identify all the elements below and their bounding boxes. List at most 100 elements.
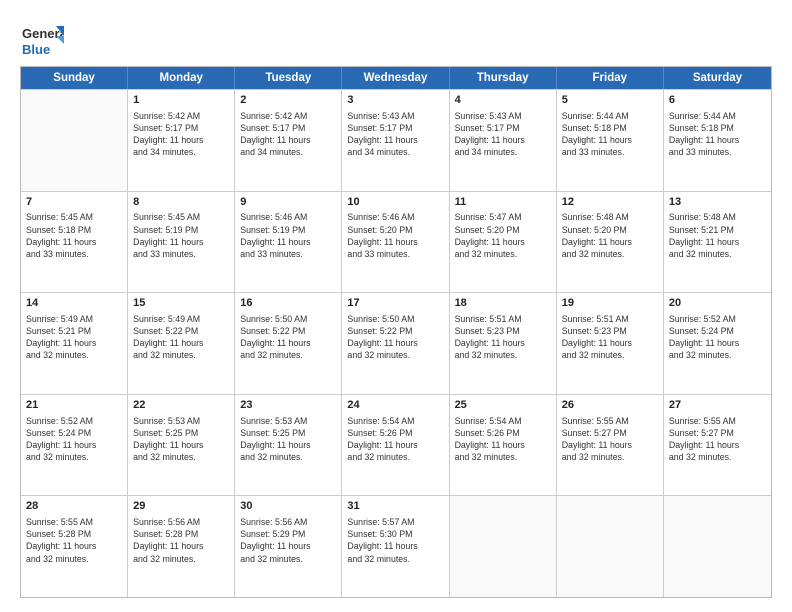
day-number: 11	[455, 195, 551, 210]
calendar-cell: 1 Sunrise: 5:42 AMSunset: 5:17 PMDaylight…	[128, 90, 235, 191]
day-info: Sunrise: 5:51 AMSunset: 5:23 PMDaylight:…	[455, 313, 551, 362]
day-number: 21	[26, 398, 122, 413]
weekday-header: Sunday	[21, 67, 128, 89]
day-info: Sunrise: 5:55 AMSunset: 5:27 PMDaylight:…	[562, 415, 658, 464]
day-number: 9	[240, 195, 336, 210]
day-info: Sunrise: 5:47 AMSunset: 5:20 PMDaylight:…	[455, 211, 551, 260]
logo: General Blue	[20, 18, 64, 62]
calendar-cell: 6Sunrise: 5:44 AMSunset: 5:18 PMDaylight…	[664, 90, 771, 191]
day-info: Sunrise: 5:56 AMSunset: 5:28 PMDaylight:…	[133, 516, 229, 565]
day-info: Sunrise: 5:50 AMSunset: 5:22 PMDaylight:…	[240, 313, 336, 362]
day-number: 10	[347, 195, 443, 210]
weekday-header: Thursday	[450, 67, 557, 89]
day-info: Sunrise: 5:49 AMSunset: 5:22 PMDaylight:…	[133, 313, 229, 362]
svg-text:Blue: Blue	[22, 42, 50, 57]
day-number: 22	[133, 398, 229, 413]
calendar-row: 14 Sunrise: 5:49 AMSunset: 5:21 PMDayligh…	[21, 292, 771, 394]
calendar-cell	[557, 496, 664, 597]
day-info: Sunrise: 5:52 AMSunset: 5:24 PMDaylight:…	[26, 415, 122, 464]
day-number: 13	[669, 195, 766, 210]
day-info: Sunrise: 5:45 AMSunset: 5:18 PMDaylight:…	[26, 211, 122, 260]
day-number: 5	[562, 93, 658, 108]
calendar-cell: 26 Sunrise: 5:55 AMSunset: 5:27 PMDayligh…	[557, 395, 664, 496]
page: General Blue SundayMondayTuesdayWednesda…	[0, 0, 792, 612]
calendar-cell: 7Sunrise: 5:45 AMSunset: 5:18 PMDaylight…	[21, 192, 128, 293]
calendar-cell: 14 Sunrise: 5:49 AMSunset: 5:21 PMDayligh…	[21, 293, 128, 394]
day-info: Sunrise: 5:48 AMSunset: 5:21 PMDaylight:…	[669, 211, 766, 260]
calendar-cell: 28 Sunrise: 5:55 AMSunset: 5:28 PMDayligh…	[21, 496, 128, 597]
day-number: 1	[133, 93, 229, 108]
day-info: Sunrise: 5:43 AMSunset: 5:17 PMDaylight:…	[347, 110, 443, 159]
day-number: 29	[133, 499, 229, 514]
weekday-header: Saturday	[664, 67, 771, 89]
weekday-header: Monday	[128, 67, 235, 89]
day-number: 31	[347, 499, 443, 514]
day-number: 26	[562, 398, 658, 413]
calendar-header: SundayMondayTuesdayWednesdayThursdayFrid…	[21, 67, 771, 89]
logo-icon: General Blue	[20, 18, 64, 62]
day-info: Sunrise: 5:52 AMSunset: 5:24 PMDaylight:…	[669, 313, 766, 362]
day-number: 19	[562, 296, 658, 311]
day-info: Sunrise: 5:48 AMSunset: 5:20 PMDaylight:…	[562, 211, 658, 260]
calendar-cell	[450, 496, 557, 597]
day-number: 14	[26, 296, 122, 311]
calendar-row: 7Sunrise: 5:45 AMSunset: 5:18 PMDaylight…	[21, 191, 771, 293]
day-info: Sunrise: 5:43 AMSunset: 5:17 PMDaylight:…	[455, 110, 551, 159]
calendar-row: 28 Sunrise: 5:55 AMSunset: 5:28 PMDayligh…	[21, 495, 771, 597]
calendar-cell: 29 Sunrise: 5:56 AMSunset: 5:28 PMDayligh…	[128, 496, 235, 597]
day-number: 25	[455, 398, 551, 413]
day-info: Sunrise: 5:55 AMSunset: 5:28 PMDaylight:…	[26, 516, 122, 565]
day-number: 24	[347, 398, 443, 413]
calendar-cell: 24 Sunrise: 5:54 AMSunset: 5:26 PMDayligh…	[342, 395, 449, 496]
calendar-cell: 9Sunrise: 5:46 AMSunset: 5:19 PMDaylight…	[235, 192, 342, 293]
header: General Blue	[20, 18, 772, 62]
day-number: 30	[240, 499, 336, 514]
day-info: Sunrise: 5:56 AMSunset: 5:29 PMDaylight:…	[240, 516, 336, 565]
calendar-cell: 27 Sunrise: 5:55 AMSunset: 5:27 PMDayligh…	[664, 395, 771, 496]
calendar: SundayMondayTuesdayWednesdayThursdayFrid…	[20, 66, 772, 598]
day-info: Sunrise: 5:49 AMSunset: 5:21 PMDaylight:…	[26, 313, 122, 362]
weekday-header: Tuesday	[235, 67, 342, 89]
calendar-cell: 10Sunrise: 5:46 AMSunset: 5:20 PMDayligh…	[342, 192, 449, 293]
calendar-cell: 4 Sunrise: 5:43 AMSunset: 5:17 PMDaylight…	[450, 90, 557, 191]
calendar-cell: 18 Sunrise: 5:51 AMSunset: 5:23 PMDayligh…	[450, 293, 557, 394]
day-info: Sunrise: 5:44 AMSunset: 5:18 PMDaylight:…	[562, 110, 658, 159]
day-number: 17	[347, 296, 443, 311]
calendar-cell: 13Sunrise: 5:48 AMSunset: 5:21 PMDayligh…	[664, 192, 771, 293]
day-number: 28	[26, 499, 122, 514]
day-number: 2	[240, 93, 336, 108]
calendar-cell: 19Sunrise: 5:51 AMSunset: 5:23 PMDayligh…	[557, 293, 664, 394]
calendar-row: 1 Sunrise: 5:42 AMSunset: 5:17 PMDaylight…	[21, 89, 771, 191]
day-number: 27	[669, 398, 766, 413]
day-number: 12	[562, 195, 658, 210]
weekday-header: Wednesday	[342, 67, 449, 89]
calendar-cell: 30 Sunrise: 5:56 AMSunset: 5:29 PMDayligh…	[235, 496, 342, 597]
calendar-cell: 2 Sunrise: 5:42 AMSunset: 5:17 PMDaylight…	[235, 90, 342, 191]
calendar-cell: 22 Sunrise: 5:53 AMSunset: 5:25 PMDayligh…	[128, 395, 235, 496]
calendar-row: 21 Sunrise: 5:52 AMSunset: 5:24 PMDayligh…	[21, 394, 771, 496]
day-info: Sunrise: 5:42 AMSunset: 5:17 PMDaylight:…	[133, 110, 229, 159]
day-number: 18	[455, 296, 551, 311]
day-number: 15	[133, 296, 229, 311]
day-info: Sunrise: 5:53 AMSunset: 5:25 PMDaylight:…	[240, 415, 336, 464]
day-info: Sunrise: 5:54 AMSunset: 5:26 PMDaylight:…	[455, 415, 551, 464]
calendar-cell: 21 Sunrise: 5:52 AMSunset: 5:24 PMDayligh…	[21, 395, 128, 496]
calendar-cell	[21, 90, 128, 191]
calendar-cell: 12Sunrise: 5:48 AMSunset: 5:20 PMDayligh…	[557, 192, 664, 293]
day-info: Sunrise: 5:42 AMSunset: 5:17 PMDaylight:…	[240, 110, 336, 159]
calendar-cell: 16Sunrise: 5:50 AMSunset: 5:22 PMDayligh…	[235, 293, 342, 394]
day-number: 3	[347, 93, 443, 108]
day-info: Sunrise: 5:53 AMSunset: 5:25 PMDaylight:…	[133, 415, 229, 464]
calendar-body: 1 Sunrise: 5:42 AMSunset: 5:17 PMDaylight…	[21, 89, 771, 597]
day-number: 8	[133, 195, 229, 210]
calendar-cell: 3 Sunrise: 5:43 AMSunset: 5:17 PMDaylight…	[342, 90, 449, 191]
day-info: Sunrise: 5:45 AMSunset: 5:19 PMDaylight:…	[133, 211, 229, 260]
calendar-cell: 15 Sunrise: 5:49 AMSunset: 5:22 PMDayligh…	[128, 293, 235, 394]
calendar-cell: 17 Sunrise: 5:50 AMSunset: 5:22 PMDayligh…	[342, 293, 449, 394]
day-info: Sunrise: 5:54 AMSunset: 5:26 PMDaylight:…	[347, 415, 443, 464]
day-number: 4	[455, 93, 551, 108]
calendar-cell: 23Sunrise: 5:53 AMSunset: 5:25 PMDayligh…	[235, 395, 342, 496]
day-number: 20	[669, 296, 766, 311]
day-info: Sunrise: 5:50 AMSunset: 5:22 PMDaylight:…	[347, 313, 443, 362]
day-info: Sunrise: 5:55 AMSunset: 5:27 PMDaylight:…	[669, 415, 766, 464]
